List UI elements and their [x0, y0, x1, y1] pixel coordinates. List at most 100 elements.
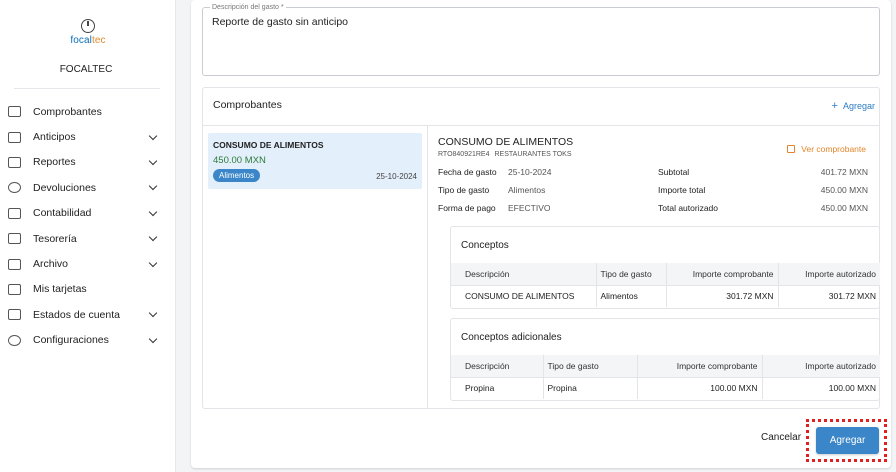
sidebar-item-reportes[interactable]: Reportes — [0, 150, 172, 175]
table-row: Propina Propina 100.00 MXN 100.00 MXN — [451, 376, 880, 399]
statement-icon — [8, 309, 21, 321]
company-name: FOCALTEC — [59, 64, 113, 75]
sidebar-item-comprobantes[interactable]: Comprobantes — [0, 99, 172, 124]
table-cell: Propina — [451, 376, 543, 399]
expense-form-card: Descripción del gasto * Reporte de gasto… — [191, 0, 891, 468]
table-cell: Propina — [542, 376, 637, 399]
column-divider — [427, 125, 428, 408]
sidebar-item-label: Configuraciones — [33, 334, 109, 347]
agregar-submit-button[interactable]: Agregar — [816, 427, 879, 454]
table-cell: 301.72 MXN — [665, 284, 778, 307]
comprobante-date: 25-10-2024 — [376, 172, 417, 181]
external-link-icon — [787, 145, 796, 153]
total-label: Importe total — [658, 185, 706, 195]
sidebar-item-tesorer-a[interactable]: Tesorería — [0, 226, 172, 251]
conceptos-title: Conceptos — [461, 240, 509, 251]
sidebar-item-label: Archivo — [33, 258, 69, 271]
sidebar-item-contabilidad[interactable]: Contabilidad — [0, 201, 172, 226]
chevron-down-icon[interactable] — [148, 309, 158, 318]
total-importe: Importe total 450.00 MXN — [658, 185, 868, 195]
sidebar-item-label: Anticipos — [33, 131, 76, 144]
description-value[interactable]: Reporte de gasto sin anticipo — [212, 16, 348, 28]
conceptos-adicionales-title: Conceptos adicionales — [461, 332, 562, 343]
report-icon — [8, 156, 21, 168]
receipt-icon — [8, 106, 21, 118]
sidebar-item-label: Contabilidad — [33, 207, 92, 220]
refund-icon — [8, 182, 21, 194]
table-cell: 100.00 MXN — [761, 376, 880, 399]
chevron-down-icon[interactable] — [148, 131, 158, 140]
total-label: Subtotal — [658, 167, 690, 177]
column-header: Descripción — [451, 355, 543, 377]
chevron-down-icon[interactable] — [148, 258, 158, 267]
submit-highlight: Agregar — [806, 419, 887, 462]
chevron-down-icon[interactable] — [148, 334, 158, 343]
logo-text: focaltec — [70, 35, 106, 46]
comprobante-amount: 450.00 MXN — [213, 155, 266, 166]
conceptos-table: Descripción Tipo de gasto Importe compro… — [451, 263, 880, 307]
comprobante-name: CONSUMO DE ALIMENTOS — [213, 140, 324, 150]
sidebar-item-estados-de-cuenta[interactable]: Estados de cuenta — [0, 302, 172, 327]
chevron-down-icon[interactable] — [148, 156, 158, 166]
sidebar-menu: Comprobantes Anticipos Reportes Devolucione… — [0, 99, 172, 353]
column-header: Importe comprobante — [665, 263, 778, 285]
conceptos-card: Conceptos Descripción Tipo de gasto Impo… — [450, 226, 880, 309]
description-field[interactable]: Descripción del gasto * Reporte de gasto… — [202, 4, 880, 76]
total-autorizado: Total autorizado 450.00 MXN — [658, 203, 868, 213]
total-subtotal: Subtotal 401.72 MXN — [658, 167, 868, 177]
sidebar-item-label: Tesorería — [33, 232, 77, 245]
comprobante-list-item[interactable]: CONSUMO DE ALIMENTOS 450.00 MXN Alimento… — [208, 133, 422, 189]
detail-vendor: RESTAURANTES TOKS — [494, 151, 572, 158]
field-label: Fecha de gasto — [438, 167, 497, 177]
column-header: Descripción — [451, 263, 596, 285]
table-header-row: Descripción Tipo de gasto Importe compro… — [451, 355, 880, 377]
add-comprobante-link[interactable]: + Agregar — [832, 100, 875, 112]
table-cell: 301.72 MXN — [777, 284, 880, 307]
column-header: Importe autorizado — [777, 263, 880, 285]
sidebar-item-label: Estados de cuenta — [33, 308, 120, 321]
detail-rfc: RTO840921RE4 — [438, 151, 490, 158]
column-header: Importe autorizado — [761, 355, 880, 377]
comprobantes-title: Comprobantes — [213, 99, 282, 111]
piggy-bank-icon — [8, 233, 21, 245]
total-label: Total autorizado — [658, 203, 719, 213]
card-icon — [8, 283, 21, 295]
sidebar-item-archivo[interactable]: Archivo — [0, 251, 172, 276]
table-header-row: Descripción Tipo de gasto Importe compro… — [451, 263, 880, 285]
field-label: Tipo de gasto — [438, 185, 490, 195]
detail-name: CONSUMO DE ALIMENTOS — [438, 136, 574, 148]
sidebar-item-mis-tarjetas[interactable]: Mis tarjetas — [0, 277, 172, 302]
sidebar-item-label: Comprobantes — [33, 105, 102, 118]
chevron-down-icon[interactable] — [148, 182, 158, 191]
sidebar-item-anticipos[interactable]: Anticipos — [0, 124, 172, 149]
view-comprobante-label: Ver comprobante — [801, 144, 866, 154]
chevron-down-icon[interactable] — [148, 232, 158, 242]
bank-icon — [8, 207, 21, 219]
field-value: 25-10-2024 — [508, 167, 552, 177]
field-expense-date: Fecha de gasto 25-10-2024 — [438, 167, 551, 177]
total-value: 450.00 MXN — [820, 203, 868, 213]
detail-issuer: RTO840921RE4 RESTAURANTES TOKS — [438, 151, 572, 158]
column-header: Tipo de gasto — [542, 355, 637, 377]
add-comprobante-label: Agregar — [842, 101, 875, 111]
sidebar-divider — [14, 88, 160, 89]
sidebar-item-devoluciones[interactable]: Devoluciones — [0, 175, 172, 200]
field-payment-method: Forma de pago EFECTIVO — [438, 203, 551, 213]
sidebar: focaltec FOCALTEC Comprobantes Anticipos R… — [0, 0, 176, 472]
field-expense-type: Tipo de gasto Alimentos — [438, 185, 545, 195]
table-cell: Alimentos — [595, 284, 666, 307]
focaltec-logo[interactable]: focaltec — [66, 19, 110, 46]
expense-type-badge: Alimentos — [213, 169, 261, 182]
plus-icon: + — [831, 100, 838, 112]
chevron-down-icon[interactable] — [148, 207, 158, 216]
column-header: Importe comprobante — [636, 355, 762, 377]
view-comprobante-link[interactable]: Ver comprobante — [787, 144, 866, 154]
logo-mark-icon — [81, 19, 95, 33]
sidebar-item-configuraciones[interactable]: Configuraciones — [0, 328, 172, 353]
table-cell: CONSUMO DE ALIMENTOS — [451, 284, 596, 307]
conceptos-adicionales-table: Descripción Tipo de gasto Importe compro… — [451, 355, 880, 399]
sidebar-item-label: Reportes — [33, 156, 76, 169]
field-label: Forma de pago — [438, 203, 496, 213]
cancel-button[interactable]: Cancelar — [761, 432, 801, 443]
field-value: Alimentos — [508, 185, 546, 195]
